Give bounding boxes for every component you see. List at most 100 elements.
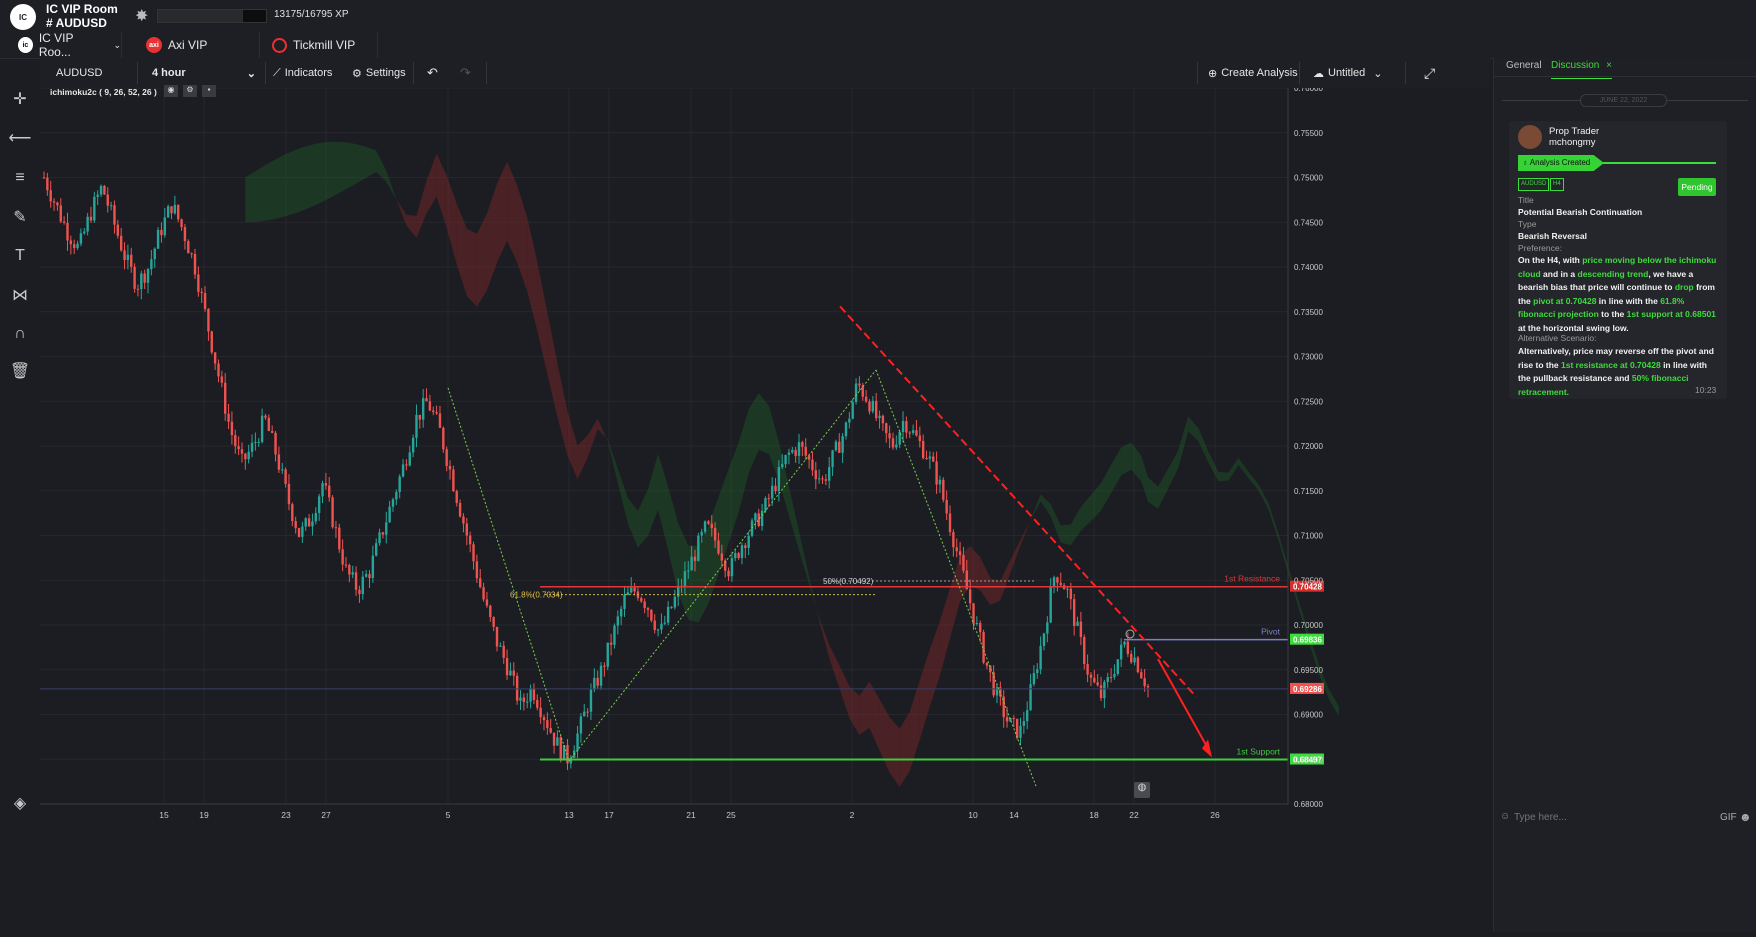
- candle-body: [244, 453, 247, 460]
- candle-body: [62, 221, 66, 223]
- y-tick-label: 0.68000: [1294, 800, 1323, 809]
- trash-icon[interactable]: 🗑: [8, 359, 32, 383]
- emoji-smile-icon[interactable]: ☺: [1500, 811, 1510, 822]
- trash-icon[interactable]: ▪: [202, 85, 216, 97]
- type-label: Type: [1518, 219, 1537, 229]
- magnet-icon[interactable]: ∩: [8, 322, 32, 346]
- candle-body: [435, 411, 438, 414]
- indicators-label: Indicators: [284, 67, 333, 79]
- candle-body: [361, 576, 364, 595]
- candle-body: [83, 231, 86, 234]
- candle-body: [841, 436, 844, 453]
- candle-body: [321, 483, 324, 497]
- x-tick-label: 25: [726, 810, 736, 820]
- price-chart[interactable]: 1st Resistance Pivot 1st Support 0.70428 0.6…: [40, 84, 1490, 932]
- candle-body: [304, 518, 307, 527]
- candle-body: [871, 400, 875, 412]
- candle-body: [730, 558, 734, 577]
- avatar[interactable]: [1518, 125, 1542, 149]
- author-name: mchongmy: [1549, 137, 1596, 148]
- candle-body: [804, 446, 807, 456]
- line-tool-icon[interactable]: ⟵: [8, 126, 32, 150]
- x-tick-label: 21: [686, 810, 696, 820]
- candle-body: [177, 204, 180, 220]
- candle-body: [495, 626, 499, 647]
- layout-select[interactable]: ☁ Untitled ⌄: [1313, 58, 1383, 88]
- candle-body: [1116, 659, 1119, 674]
- bulb-icon[interactable]: ◍: [1134, 782, 1150, 798]
- candle-body: [277, 454, 281, 470]
- emoji-icon[interactable]: ☻: [1739, 810, 1752, 824]
- create-analysis-button[interactable]: ⊕ Create Analysis: [1208, 58, 1298, 88]
- candle-body: [1096, 682, 1099, 686]
- candle-body: [307, 518, 311, 527]
- gear-icon[interactable]: ⚙: [183, 85, 197, 97]
- message-input[interactable]: [1512, 807, 1676, 827]
- candle-body: [888, 433, 891, 439]
- candle-body: [388, 506, 391, 523]
- candle-body: [660, 623, 663, 630]
- candle-body: [103, 185, 106, 195]
- candle-body: [586, 711, 589, 713]
- chart-canvas[interactable]: 1st ResistancePivot1st Support0.704280.6…: [40, 84, 1490, 932]
- candle-body: [958, 551, 962, 556]
- candle-body: [717, 540, 720, 554]
- undo-icon[interactable]: ↶: [427, 58, 438, 88]
- candle-body: [197, 274, 200, 292]
- fullscreen-icon[interactable]: ⤢: [1424, 58, 1435, 88]
- cloud-segment: [688, 545, 699, 623]
- room-title: IC VIP Room: [46, 2, 118, 16]
- interval-select[interactable]: 4 hour ⌄: [152, 58, 262, 88]
- candle-body: [777, 466, 781, 492]
- crosshair-icon[interactable]: ✛: [8, 87, 32, 111]
- tab-axi-vip[interactable]: axi Axi VIP: [138, 32, 260, 58]
- ic-markets-logo[interactable]: IC: [10, 4, 36, 30]
- candle-body: [915, 430, 918, 436]
- candle-body: [42, 177, 46, 179]
- create-analysis-label: Create Analysis: [1221, 67, 1298, 79]
- candle-body: [267, 417, 271, 432]
- eye-icon[interactable]: ◉: [164, 85, 178, 97]
- tab-ic-vip[interactable]: ic IC VIP Roo... ⌄: [10, 31, 122, 59]
- tab-tickmill-vip[interactable]: Tickmill VIP: [264, 32, 378, 58]
- highlight-text: descending trend: [1577, 268, 1649, 279]
- xp-progress-fill: [158, 10, 243, 22]
- candle-body: [1039, 645, 1042, 670]
- candle-body: [546, 720, 549, 729]
- brush-icon[interactable]: ✎: [8, 205, 32, 229]
- candle-body: [250, 442, 254, 452]
- candle-body: [1113, 673, 1116, 678]
- close-icon[interactable]: ×: [1606, 60, 1612, 71]
- gif-button[interactable]: GIF: [1720, 812, 1737, 823]
- candle-body: [260, 415, 264, 442]
- candle-body: [1046, 622, 1049, 634]
- pattern-tool-icon[interactable]: ⋈: [8, 283, 32, 307]
- candle-body: [1119, 644, 1123, 660]
- tab-label: Tickmill VIP: [293, 38, 356, 52]
- candle-body: [1066, 588, 1069, 590]
- candle-body: [375, 543, 378, 556]
- candle-body: [737, 553, 740, 558]
- candle-body: [385, 522, 388, 535]
- candle-body: [519, 697, 522, 701]
- candle-body: [603, 665, 606, 667]
- candle-body: [831, 450, 834, 468]
- candle-body: [274, 432, 277, 455]
- text-tool-icon[interactable]: T: [8, 244, 32, 268]
- settings-button[interactable]: ⚙ Settings: [352, 58, 406, 88]
- candle-body: [163, 217, 167, 236]
- candle-body: [468, 535, 472, 545]
- layers-icon[interactable]: ◈: [8, 791, 32, 815]
- parallel-lines-icon[interactable]: ≡: [8, 166, 32, 190]
- candle-body: [754, 513, 757, 521]
- level-label: 1st Support: [1237, 747, 1281, 757]
- symbol-selector[interactable]: AUDUSD: [56, 58, 102, 88]
- candle-body: [220, 376, 224, 383]
- chevron-down-icon[interactable]: ⌄: [113, 40, 121, 51]
- candle-body: [821, 478, 824, 480]
- pending-badge[interactable]: Pending: [1678, 178, 1716, 196]
- indicators-button[interactable]: ⟋ Indicators: [273, 58, 332, 88]
- redo-icon[interactable]: ↷: [460, 58, 471, 88]
- y-tick-label: 0.69000: [1294, 711, 1323, 720]
- candle-body: [1126, 641, 1130, 654]
